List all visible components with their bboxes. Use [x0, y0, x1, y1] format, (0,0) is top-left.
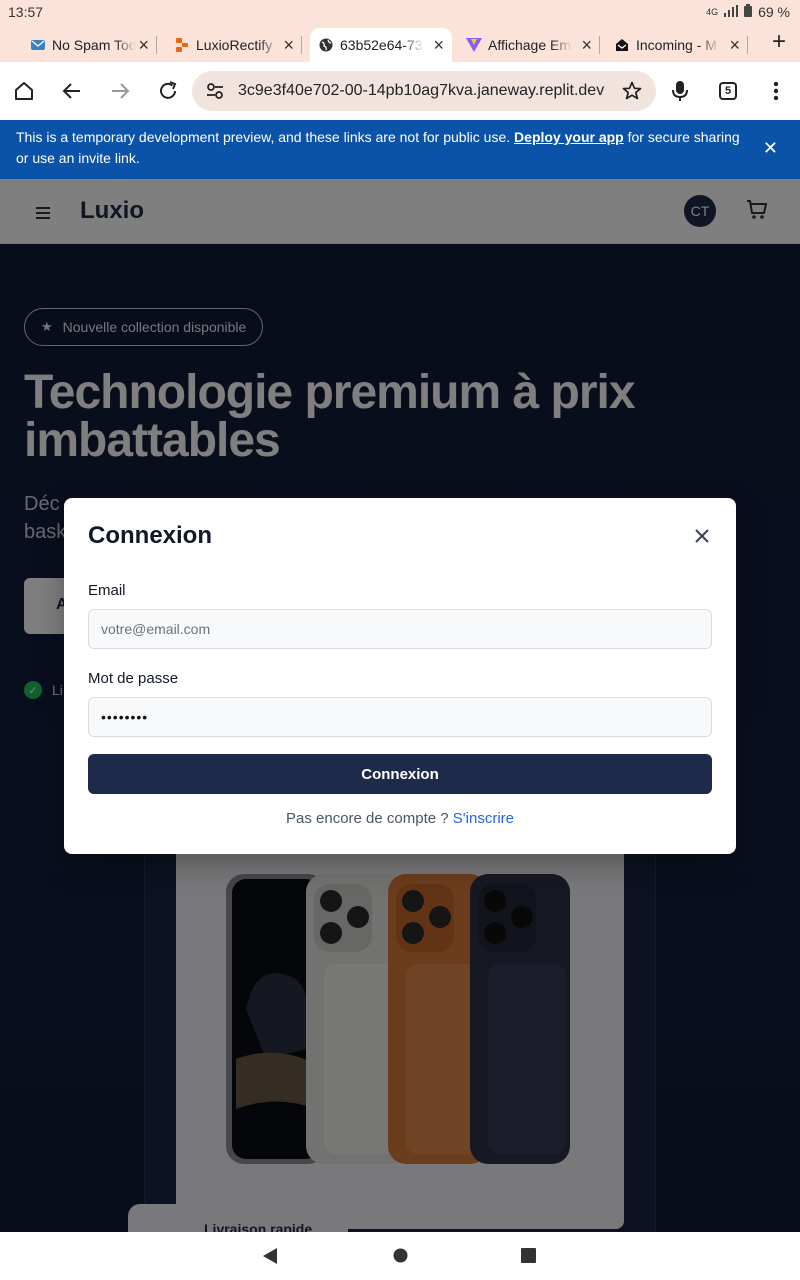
password-label: Mot de passe: [88, 670, 179, 687]
status-icons: 4G 69 %: [706, 4, 790, 20]
tab-separator: [747, 36, 748, 54]
signup-prompt: Pas encore de compte ? S'inscrire: [64, 810, 736, 827]
dev-preview-banner: This is a temporary development preview,…: [0, 120, 800, 179]
replit-icon: [174, 37, 190, 53]
close-tab-icon[interactable]: ×: [729, 35, 740, 56]
site-settings-icon[interactable]: [206, 82, 224, 105]
nav-home-icon[interactable]: [393, 1248, 408, 1268]
tab-title: LuxioRectify: [196, 37, 273, 53]
email-label: Email: [88, 582, 126, 599]
address-bar[interactable]: 3c9e3f40e702-00-14pb10ag7kva.janeway.rep…: [192, 71, 656, 111]
password-field[interactable]: [88, 697, 712, 737]
tab-incoming[interactable]: Incoming - M ×: [606, 28, 748, 62]
inbox-icon: [614, 37, 630, 53]
close-tab-icon[interactable]: ×: [138, 35, 149, 56]
page-content: Luxio CT ★ Nouvelle collection disponibl…: [0, 179, 800, 1232]
status-time: 13:57: [8, 4, 44, 20]
status-bar: 13:57 4G 69 %: [0, 0, 800, 24]
more-menu-icon[interactable]: [761, 76, 791, 106]
close-banner-icon[interactable]: ✕: [763, 138, 778, 159]
url-text[interactable]: 3c9e3f40e702-00-14pb10ag7kva.janeway.rep…: [238, 82, 608, 100]
login-submit-button[interactable]: Connexion: [88, 754, 712, 794]
signup-link[interactable]: S'inscrire: [453, 810, 514, 827]
home-icon[interactable]: [9, 76, 39, 106]
back-icon[interactable]: [57, 76, 87, 106]
bookmark-star-icon[interactable]: [622, 81, 642, 106]
tab-separator: [599, 36, 600, 54]
signal-icon: [724, 4, 739, 20]
tab-title: No Spam Tod: [52, 37, 136, 53]
close-icon[interactable]: [692, 526, 712, 546]
battery-icon: [744, 4, 753, 20]
globe-icon: [318, 37, 334, 53]
tab-strip: No Spam Tod × LuxioRectify × 63b52e64-73…: [0, 24, 800, 62]
browser-toolbar: 3c9e3f40e702-00-14pb10ag7kva.janeway.rep…: [0, 62, 800, 120]
close-tab-icon[interactable]: ×: [283, 35, 294, 56]
tab-switcher-button[interactable]: 5: [713, 76, 743, 106]
tab-affichage[interactable]: Affichage Em ×: [458, 28, 600, 62]
tab-count: 5: [719, 82, 737, 100]
forward-icon[interactable]: [105, 76, 135, 106]
system-nav-bar: [0, 1232, 800, 1280]
nav-back-icon[interactable]: [262, 1248, 278, 1269]
tab-separator: [301, 36, 302, 54]
deploy-link[interactable]: Deploy your app: [514, 129, 624, 145]
reload-icon[interactable]: [153, 76, 183, 106]
battery-level: 69 %: [758, 4, 790, 20]
tab-title: Affichage Em: [488, 37, 572, 53]
login-modal: Connexion Email Mot de passe Connexion P…: [64, 498, 736, 854]
tab-luxiorectify[interactable]: LuxioRectify ×: [166, 28, 302, 62]
new-tab-button[interactable]: +: [772, 28, 786, 56]
close-tab-icon[interactable]: ×: [433, 35, 444, 56]
tab-title: 63b52e64-73: [340, 37, 423, 53]
mail-icon: [30, 37, 46, 53]
close-tab-icon[interactable]: ×: [581, 35, 592, 56]
microphone-icon[interactable]: [665, 76, 695, 106]
modal-title: Connexion: [88, 522, 212, 549]
banner-text: This is a temporary development preview,…: [16, 129, 511, 145]
tab-separator: [156, 36, 157, 54]
nav-recents-icon[interactable]: [521, 1248, 536, 1268]
tab-title: Incoming - M: [636, 37, 717, 53]
signup-text: Pas encore de compte ?: [286, 810, 449, 827]
network-type: 4G: [706, 7, 719, 17]
tab-active-preview[interactable]: 63b52e64-73 ×: [310, 28, 452, 62]
tab-no-spam[interactable]: No Spam Tod ×: [22, 28, 157, 62]
vite-icon: [466, 37, 482, 53]
email-field[interactable]: [88, 609, 712, 649]
